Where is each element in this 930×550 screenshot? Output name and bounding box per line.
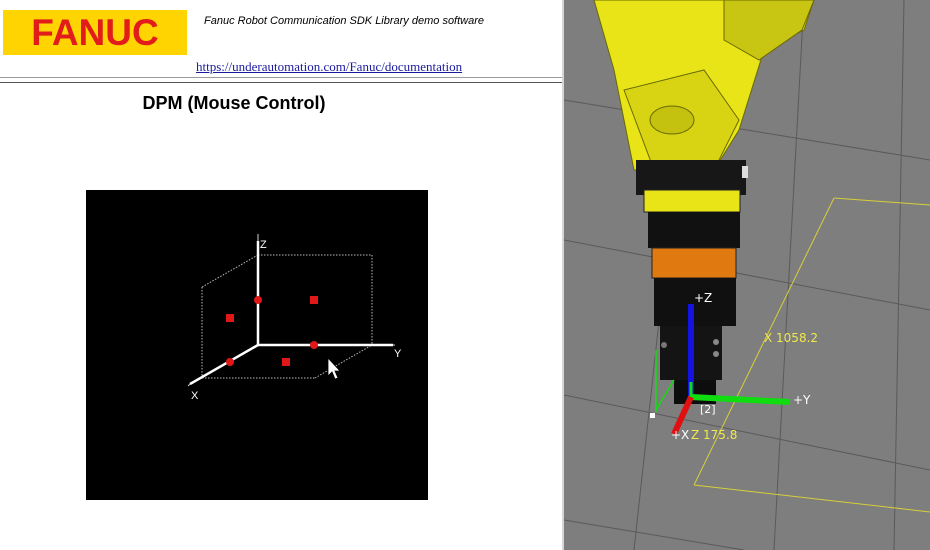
plus-z-label: +Z	[694, 291, 713, 305]
x-axis-label: X	[191, 390, 199, 402]
dpm-title: DPM (Mouse Control)	[142, 93, 326, 113]
left-panel: FANUC Fanuc Robot Communication SDK Libr…	[0, 0, 562, 550]
marker-zx-square[interactable]	[226, 314, 234, 322]
plus-y-label: +Y	[793, 393, 811, 407]
y-axis-label: Y	[394, 348, 402, 360]
logo-text: FANUC	[31, 12, 159, 53]
documentation-link[interactable]: https://underautomation.com/Fanuc/docume…	[196, 59, 462, 75]
mouse-cursor-icon	[327, 356, 341, 380]
tool-frame-label: [2]	[700, 403, 716, 416]
sdk-title: Fanuc Robot Communication SDK Library de…	[204, 15, 485, 27]
marker-zy-square[interactable]	[310, 296, 318, 304]
robot-3d-view[interactable]: +Z +Y +X [2] X 1058.2 Z 175.8	[564, 0, 930, 550]
header-divider-dark	[0, 82, 562, 83]
fanuc-logo: FANUC	[3, 10, 187, 55]
position-x-readout: X 1058.2	[764, 331, 819, 345]
marker-x-circle[interactable]	[226, 358, 234, 366]
dpm-mouse-pad[interactable]: Z Y X	[86, 190, 428, 500]
z-axis-label: Z	[260, 239, 267, 251]
plus-x-label: +X	[671, 428, 690, 442]
marker-y-circle[interactable]	[310, 341, 318, 349]
marker-z-circle[interactable]	[254, 296, 262, 304]
header-divider	[0, 77, 562, 78]
position-z-readout: Z 175.8	[691, 428, 738, 442]
marker-xy-square[interactable]	[282, 358, 290, 366]
dpm-axes-diagram: Z Y X	[187, 234, 402, 402]
robot-scene	[564, 0, 930, 550]
